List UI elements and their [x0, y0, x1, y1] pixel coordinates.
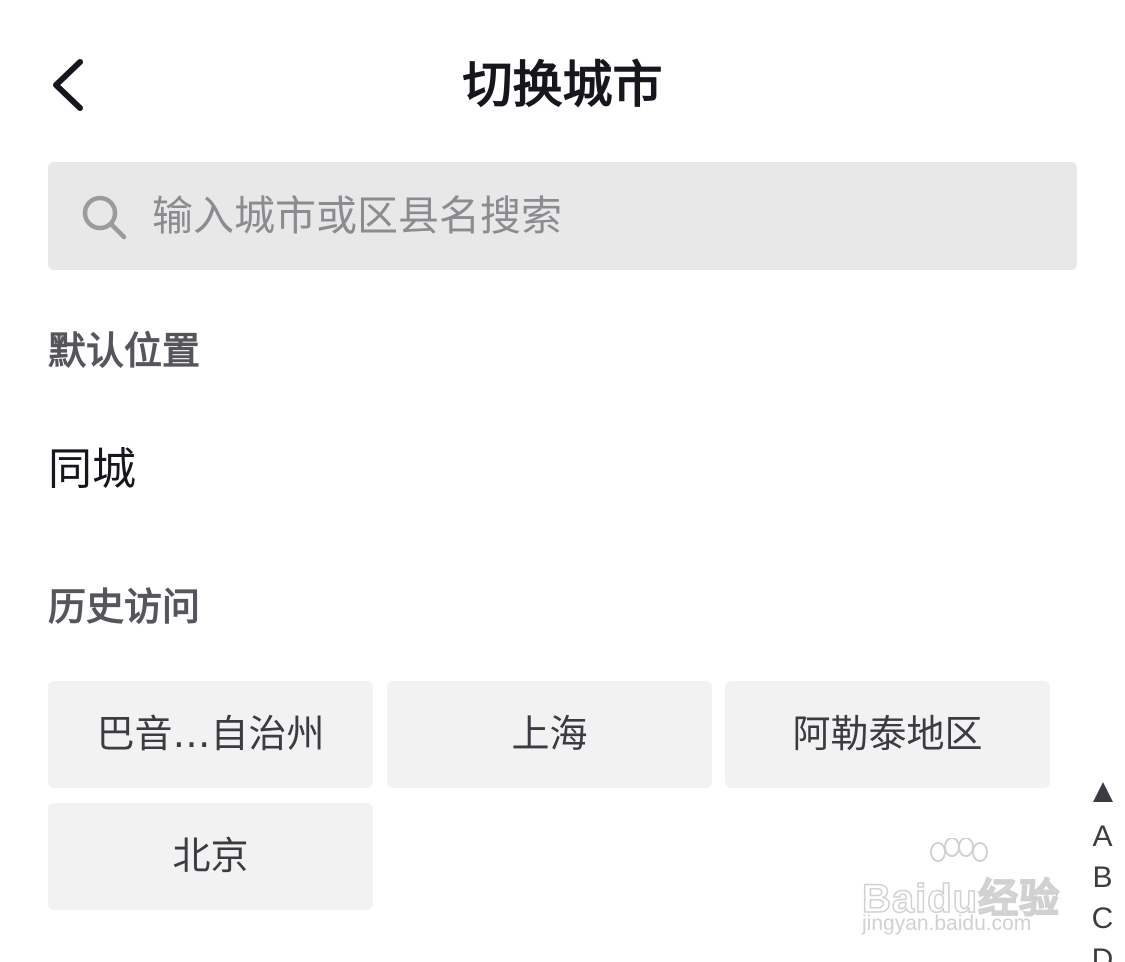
search-input[interactable]	[152, 172, 1052, 260]
watermark-url: jingyan.baidu.com	[862, 912, 1032, 935]
alphabet-index-bar[interactable]: A B C D	[1080, 778, 1125, 962]
search-icon	[82, 195, 127, 240]
history-city-chip[interactable]: 上海	[387, 681, 712, 788]
header-bar: 切换城市	[0, 0, 1125, 170]
triangle-up-icon[interactable]	[1091, 778, 1115, 812]
history-city-chip[interactable]: 巴音…自治州	[48, 681, 373, 788]
history-city-chip[interactable]: 北京	[48, 803, 373, 910]
baidu-watermark: Baidu经验 jingyan.baidu.com	[861, 838, 1067, 942]
default-location-label: 默认位置	[48, 329, 201, 373]
page-title: 切换城市	[462, 56, 663, 114]
history-city-chip[interactable]: 阿勒泰地区	[725, 681, 1050, 788]
index-letter-b[interactable]: B	[1080, 857, 1125, 898]
history-label: 历史访问	[48, 585, 201, 629]
index-letter-c[interactable]: C	[1080, 898, 1125, 939]
index-letter-d[interactable]: D	[1080, 939, 1125, 962]
index-letter-a[interactable]: A	[1080, 816, 1125, 857]
default-city-item[interactable]: 同城	[48, 440, 136, 500]
